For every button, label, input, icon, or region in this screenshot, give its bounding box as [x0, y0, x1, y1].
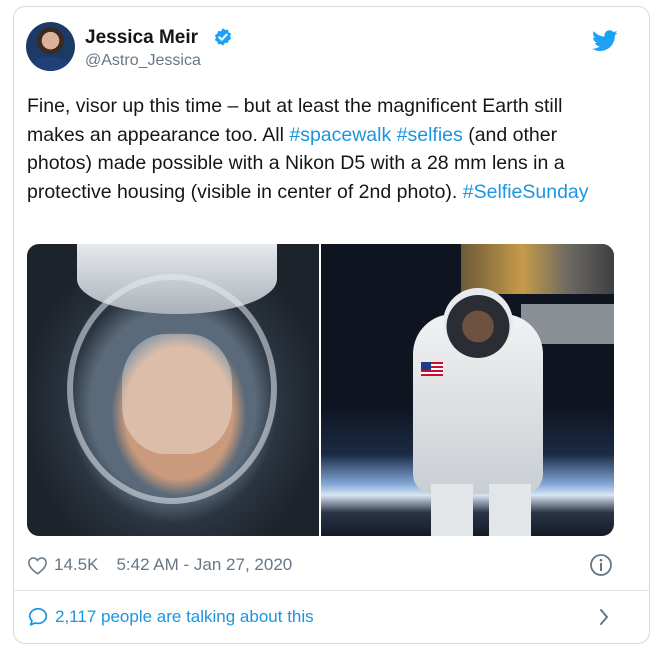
- spacesuit-helmet: [443, 288, 513, 358]
- station-truss: [461, 244, 614, 294]
- conversation-link[interactable]: 2,117 people are talking about this: [27, 604, 617, 630]
- divider: [14, 590, 649, 591]
- hashtag-spacewalk[interactable]: #spacewalk: [289, 124, 391, 146]
- photo-spacewalk[interactable]: [321, 244, 614, 536]
- hashtag-selfiesunday[interactable]: #SelfieSunday: [463, 181, 589, 203]
- info-icon[interactable]: [589, 553, 613, 577]
- verified-badge-icon: [214, 28, 232, 46]
- photo-helmet-selfie[interactable]: [27, 244, 319, 536]
- heart-icon[interactable]: [27, 556, 48, 575]
- talking-count[interactable]: 2,117 people are talking about this: [55, 607, 314, 627]
- like-count[interactable]: 14.5K: [54, 555, 98, 575]
- us-flag-patch: [421, 362, 443, 376]
- timestamp[interactable]: 5:42 AM - Jan 27, 2020: [116, 555, 292, 575]
- media-grid: [27, 244, 614, 536]
- spacesuit-legs: [431, 484, 531, 536]
- hashtag-selfies[interactable]: #selfies: [397, 124, 463, 146]
- chevron-right-icon[interactable]: [596, 606, 612, 628]
- author-handle[interactable]: @Astro_Jessica: [85, 52, 201, 70]
- avatar[interactable]: [26, 22, 75, 71]
- tweet-text: Fine, visor up this time – but at least …: [27, 92, 617, 206]
- speech-bubble-icon: [28, 607, 48, 626]
- visor-reflection: [122, 334, 232, 454]
- twitter-bird-icon[interactable]: [592, 30, 618, 52]
- tweet-meta: 14.5K 5:42 AM - Jan 27, 2020: [27, 553, 617, 577]
- author-name[interactable]: Jessica Meir: [85, 27, 198, 49]
